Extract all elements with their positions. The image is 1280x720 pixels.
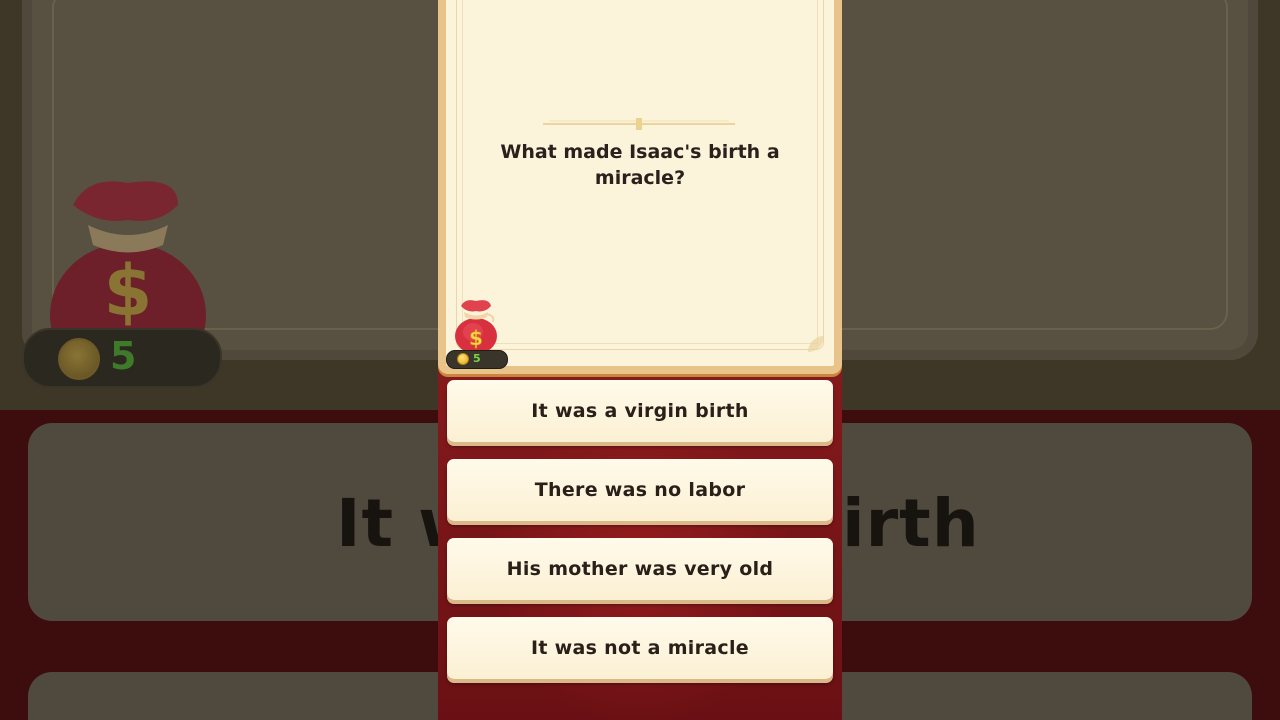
background-coin-bar: 5 <box>22 328 222 388</box>
question-text: What made Isaac's birth a miracle? <box>500 141 780 189</box>
coin-icon <box>457 353 469 365</box>
answer-button-1[interactable]: It was a virgin birth <box>447 380 833 442</box>
answer-button-2[interactable]: There was no labor <box>447 459 833 521</box>
game-screen: What made Isaac's birth a miracle? $ 5 I… <box>438 0 842 720</box>
answer-button-4[interactable]: It was not a miracle <box>447 617 833 679</box>
svg-text:$: $ <box>469 326 483 350</box>
svg-text:$: $ <box>104 250 153 332</box>
background-answer-fragment-right: irth <box>842 485 980 562</box>
coin-count: 5 <box>473 352 481 365</box>
background-coin-count: 5 <box>110 334 137 378</box>
money-bag-icon[interactable]: $ <box>449 296 503 356</box>
answer-button-3[interactable]: His mother was very old <box>447 538 833 600</box>
coin-balance-bar: 5 <box>446 350 508 369</box>
background-coin-icon <box>58 338 100 380</box>
